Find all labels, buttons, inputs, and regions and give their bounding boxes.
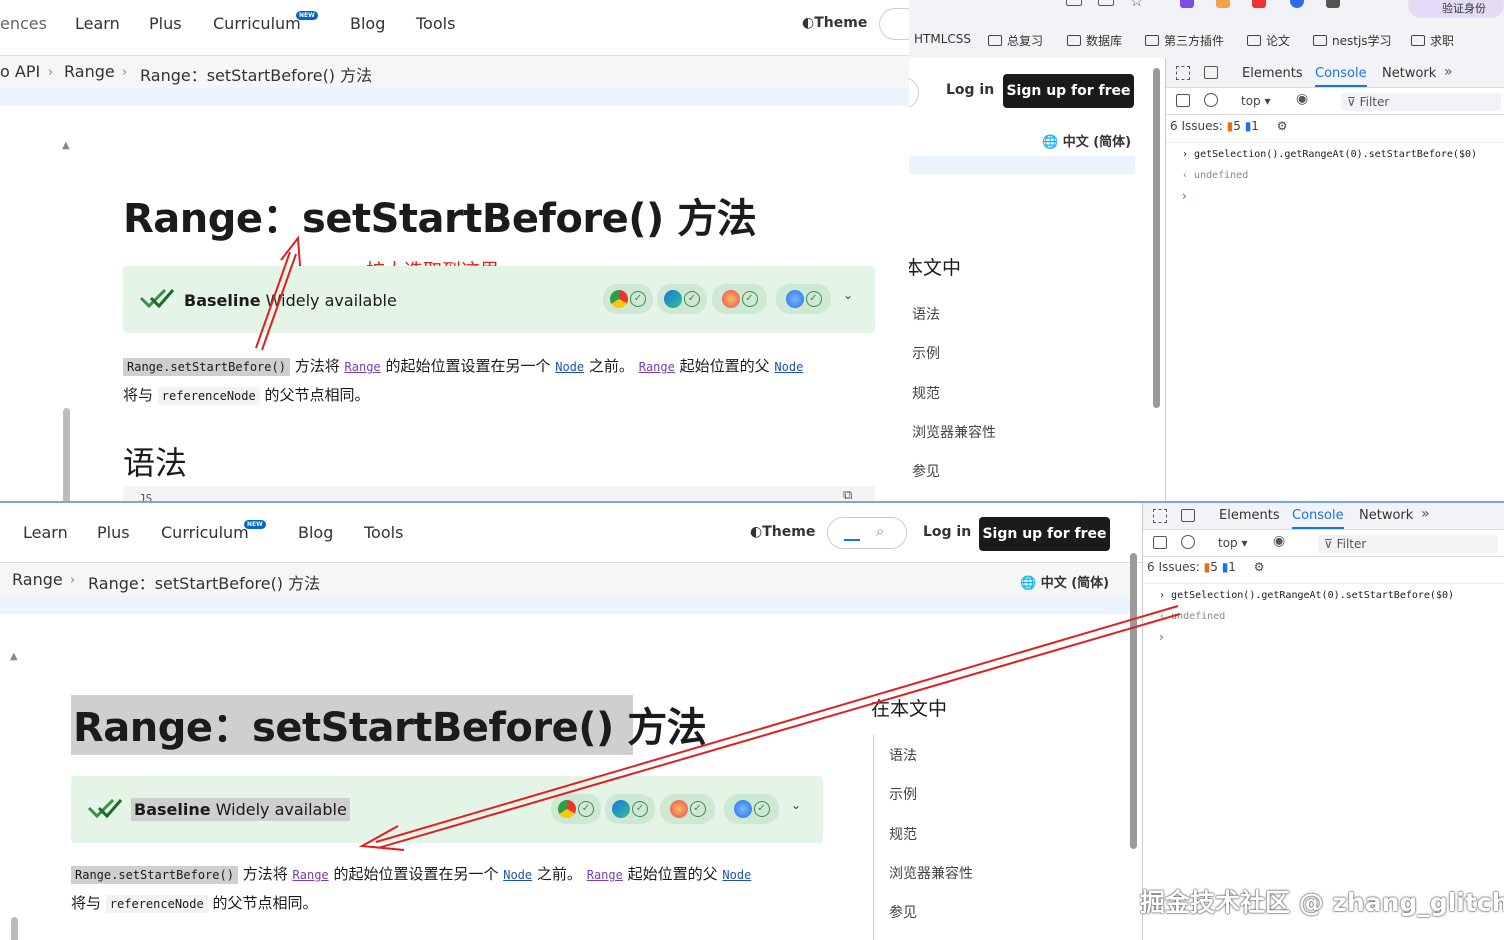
arrow-bottom [358,605,1181,851]
arrow-top [255,235,301,351]
annotation-arrows [255,235,1181,851]
